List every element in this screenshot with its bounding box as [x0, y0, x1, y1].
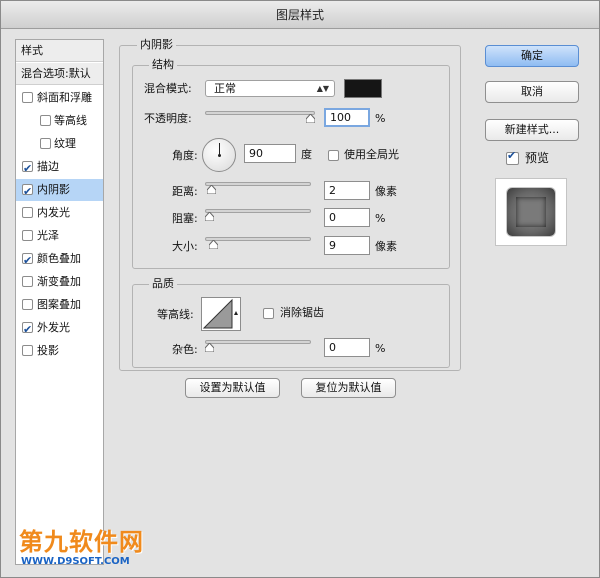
contour-label: 等高线: — [157, 308, 194, 321]
new-style-button[interactable]: 新建样式... — [485, 119, 579, 141]
noise-input[interactable]: 0 — [324, 338, 370, 357]
preview-core — [516, 197, 546, 227]
style-item[interactable]: 纹理 — [16, 133, 103, 155]
watermark-sub: WWW.D9SOFT.COM — [21, 556, 130, 567]
style-item[interactable]: 光泽 — [16, 225, 103, 247]
opacity-slider-thumb[interactable] — [306, 114, 315, 123]
style-item-checkbox[interactable] — [22, 345, 33, 356]
style-item-checkbox[interactable] — [22, 319, 33, 339]
style-item-checkbox[interactable] — [22, 92, 33, 103]
style-item-checkbox[interactable] — [22, 181, 33, 201]
style-item-checkbox[interactable] — [22, 207, 33, 218]
size-slider-track[interactable] — [205, 237, 311, 241]
style-item-label: 等高线 — [54, 114, 87, 127]
opacity-unit: % — [375, 112, 386, 125]
angle-label: 角度: — [172, 149, 198, 162]
style-item[interactable]: 外发光 — [16, 317, 103, 339]
choke-label: 阻塞: — [172, 212, 198, 225]
style-item-label: 斜面和浮雕 — [37, 91, 92, 104]
size-unit: 像素 — [375, 240, 397, 253]
blend-mode-value: 正常 — [214, 82, 236, 95]
structure-title: 结构 — [149, 59, 177, 71]
choke-slider-track[interactable] — [205, 209, 311, 213]
distance-slider-thumb[interactable] — [206, 185, 216, 194]
style-item[interactable]: 投影 — [16, 340, 103, 362]
distance-unit: 像素 — [375, 185, 397, 198]
style-item-label: 图案叠加 — [37, 298, 81, 311]
anti-alias-checkbox[interactable] — [263, 308, 274, 319]
style-item-label: 投影 — [37, 344, 59, 357]
preview-label: 预览 — [525, 151, 550, 165]
shadow-color-swatch[interactable] — [344, 79, 382, 98]
style-item[interactable]: 内阴影 — [16, 179, 103, 201]
noise-slider-track[interactable] — [205, 340, 311, 344]
choke-unit: % — [375, 212, 386, 225]
noise-label: 杂色: — [172, 343, 198, 356]
size-input[interactable]: 9 — [324, 236, 370, 255]
style-item[interactable]: 颜色叠加 — [16, 248, 103, 270]
reset-default-button[interactable]: 复位为默认值 — [301, 378, 396, 398]
style-item-label: 颜色叠加 — [37, 252, 81, 265]
angle-center-dot — [218, 154, 221, 157]
style-item[interactable]: 描边 — [16, 156, 103, 178]
layer-style-dialog: 图层样式 样式 混合选项:默认 斜面和浮雕等高线纹理描边内阴影内发光光泽颜色叠加… — [0, 0, 600, 578]
opacity-label: 不透明度: — [144, 112, 192, 125]
distance-label: 距离: — [172, 185, 198, 198]
angle-input[interactable]: 90 — [244, 144, 296, 163]
cancel-button[interactable]: 取消 — [485, 81, 579, 103]
style-item-checkbox[interactable] — [22, 230, 33, 241]
style-item-label: 渐变叠加 — [37, 275, 81, 288]
ok-button[interactable]: 确定 — [485, 45, 579, 67]
choke-slider-thumb[interactable] — [205, 212, 214, 221]
use-global-light-label: 使用全局光 — [344, 148, 399, 161]
preview-checkbox[interactable] — [506, 149, 519, 165]
use-global-light-checkbox[interactable] — [328, 150, 339, 161]
style-item-label: 纹理 — [54, 137, 76, 150]
style-preview — [495, 178, 567, 246]
style-item-checkbox[interactable] — [22, 299, 33, 310]
contour-curve-icon — [202, 298, 238, 329]
angle-unit: 度 — [301, 148, 312, 161]
window-title: 图层样式 — [1, 1, 599, 29]
contour-picker[interactable] — [201, 297, 241, 331]
style-item-label: 描边 — [37, 160, 59, 173]
noise-unit: % — [375, 342, 386, 355]
style-item-label: 内阴影 — [37, 183, 70, 196]
choke-input[interactable]: 0 — [324, 208, 370, 227]
anti-alias-label: 消除锯齿 — [280, 306, 324, 319]
styles-list: 样式 混合选项:默认 斜面和浮雕等高线纹理描边内阴影内发光光泽颜色叠加渐变叠加图… — [15, 39, 104, 565]
quality-title: 品质 — [149, 278, 177, 290]
style-item[interactable]: 渐变叠加 — [16, 271, 103, 293]
blend-mode-select[interactable]: 正常 ▲▼ — [205, 80, 335, 97]
size-slider-thumb[interactable] — [208, 240, 218, 249]
opacity-input[interactable]: 100 — [324, 108, 370, 127]
site-watermark: 第九软件网 WWW.D9SOFT.COM — [19, 528, 189, 572]
watermark-main: 第九软件网 — [19, 528, 144, 556]
make-default-button[interactable]: 设置为默认值 — [185, 378, 280, 398]
blend-options-item[interactable]: 混合选项:默认 — [16, 63, 103, 85]
updown-arrows-icon: ▲▼ — [316, 84, 329, 93]
noise-slider-thumb[interactable] — [205, 343, 214, 352]
inner-shadow-title: 内阴影 — [137, 39, 176, 51]
style-item-checkbox[interactable] — [22, 250, 33, 270]
style-item[interactable]: 内发光 — [16, 202, 103, 224]
style-item-checkbox[interactable] — [22, 158, 33, 178]
style-item-checkbox[interactable] — [40, 115, 51, 126]
style-item-checkbox[interactable] — [40, 138, 51, 149]
style-item-label: 内发光 — [37, 206, 70, 219]
opacity-slider-track[interactable] — [205, 111, 315, 115]
size-label: 大小: — [172, 240, 198, 253]
blend-mode-label: 混合模式: — [144, 82, 192, 95]
style-item[interactable]: 图案叠加 — [16, 294, 103, 316]
style-item[interactable]: 等高线 — [16, 110, 103, 132]
style-item[interactable]: 斜面和浮雕 — [16, 87, 103, 109]
distance-input[interactable]: 2 — [324, 181, 370, 200]
style-item-checkbox[interactable] — [22, 276, 33, 287]
angle-dial[interactable] — [202, 138, 236, 172]
styles-header[interactable]: 样式 — [16, 40, 103, 62]
preview-thumbnail — [507, 188, 555, 236]
distance-slider-track[interactable] — [205, 182, 311, 186]
style-item-label: 外发光 — [37, 321, 70, 334]
style-item-label: 光泽 — [37, 229, 59, 242]
